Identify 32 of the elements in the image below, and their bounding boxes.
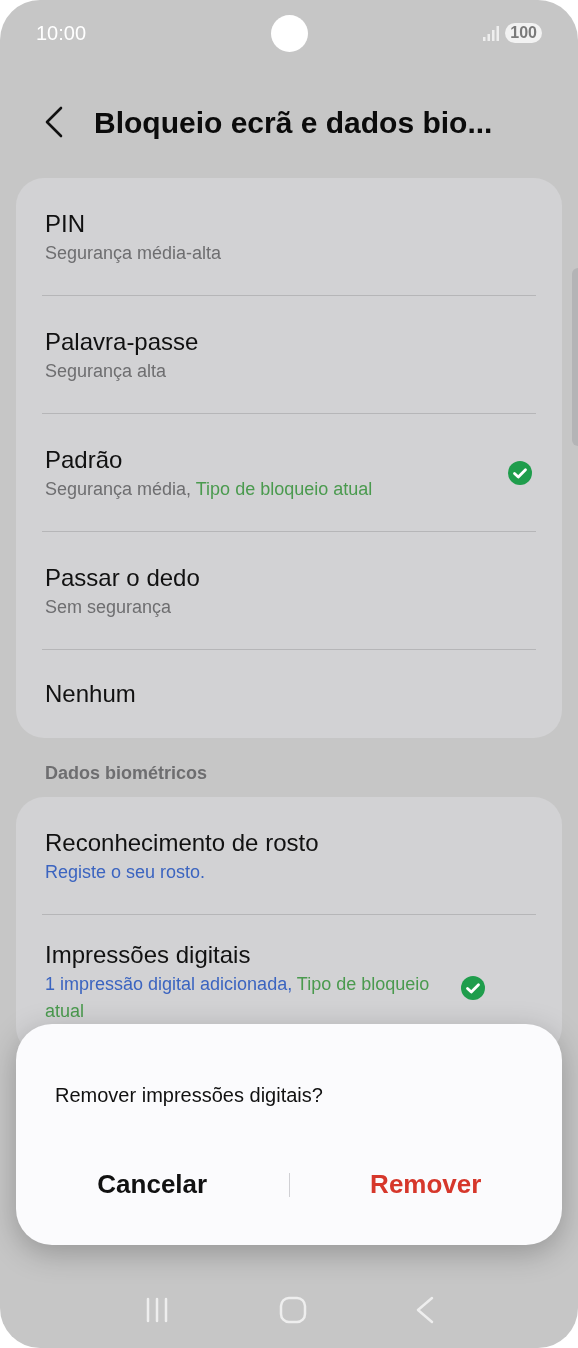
list-item[interactable]: Nenhum (16, 650, 562, 738)
list-item[interactable]: Reconhecimento de rosto Registe o seu rosto. (16, 797, 562, 915)
item-title: Nenhum (45, 679, 137, 709)
battery-indicator: 100 (505, 23, 542, 43)
cancel-button[interactable]: Cancelar (16, 1165, 289, 1204)
list-item[interactable]: Impressões digitais 1 impressão digital adicionada, Tipo de bloqueio atual (16, 915, 562, 1055)
item-title: Impressões digitais (45, 940, 252, 970)
item-subtitle: Registe o seu rosto. (45, 860, 207, 884)
item-subtitle: Segurança média, Tipo de bloqueio atual (45, 477, 374, 501)
item-title: Reconhecimento de rosto (45, 827, 320, 858)
home-icon[interactable] (279, 1296, 307, 1324)
item-subtitle: 1 impressão digital adicionada, Tipo de bloqueio atual (45, 973, 431, 1023)
remove-button[interactable]: Remover (289, 1165, 562, 1204)
item-title: Palavra-passe (45, 326, 200, 357)
item-title: Padrão (45, 444, 124, 475)
page-title: Bloqueio ecrã e dados bio... (94, 104, 493, 141)
section-heading: Dados biométricos (44, 762, 209, 785)
camera-hole (271, 15, 308, 52)
dialog-message: Remover impressões digitais? (54, 1083, 324, 1108)
list-item[interactable]: PIN Segurança média-alta (16, 178, 562, 296)
item-subtitle: Sem segurança (45, 595, 173, 619)
list-item[interactable]: Passar o dedo Sem segurança (16, 532, 562, 650)
item-subtitle: Segurança média-alta (45, 241, 223, 265)
list-item[interactable]: Padrão Segurança média, Tipo de bloqueio atual (16, 414, 562, 532)
signal-icon (483, 25, 500, 41)
item-subtitle: Segurança alta (45, 359, 168, 383)
back-icon[interactable] (44, 106, 64, 138)
item-title: Passar o dedo (45, 562, 201, 593)
item-title: PIN (45, 208, 86, 239)
list-item[interactable]: Palavra-passe Segurança alta (16, 296, 562, 414)
back-nav-icon[interactable] (415, 1296, 434, 1324)
status-time: 10:00 (36, 21, 87, 46)
